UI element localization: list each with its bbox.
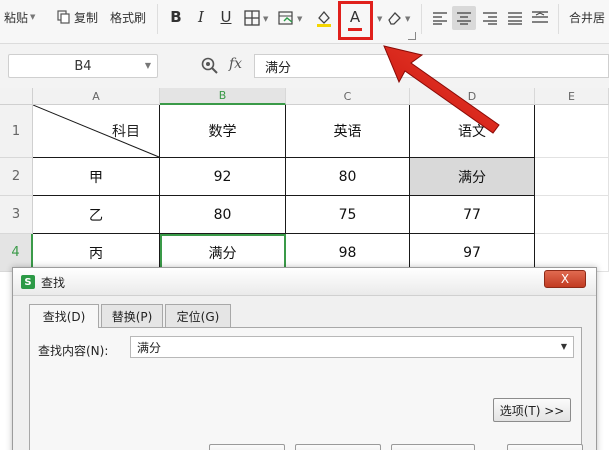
column-header-a[interactable]: A <box>33 88 160 105</box>
font-dialog-launcher[interactable] <box>408 32 416 40</box>
function-button[interactable]: fx <box>229 56 242 72</box>
chevron-down-icon[interactable]: ▼ <box>377 15 382 23</box>
cell-e3[interactable] <box>535 196 609 234</box>
column-header-e[interactable]: E <box>535 88 609 105</box>
align-left-icon[interactable] <box>432 11 448 25</box>
dialog-action-button[interactable] <box>391 444 475 450</box>
copy-label: 复制 <box>74 10 99 25</box>
diagonal-line <box>33 105 160 158</box>
header-right-label: 科目 <box>112 124 140 140</box>
find-content-label: 查找内容(N): <box>38 344 109 358</box>
select-all-corner[interactable] <box>0 88 33 105</box>
underline-button[interactable]: U <box>215 5 237 29</box>
cell-e1[interactable] <box>535 105 609 158</box>
cell-reference: B4 <box>74 58 92 74</box>
borders-icon[interactable] <box>244 10 260 26</box>
zoom-search-icon[interactable] <box>200 56 220 76</box>
fill-color-icon[interactable] <box>315 8 333 28</box>
cell-style-icon[interactable] <box>278 10 294 26</box>
column-header-b[interactable]: B <box>160 88 286 105</box>
ribbon-divider <box>157 4 158 34</box>
cell-b3[interactable]: 80 <box>160 196 286 234</box>
dialog-title-bar[interactable]: S 查找 X <box>13 268 596 296</box>
copy-icon <box>57 10 70 24</box>
formula-value: 满分 <box>265 60 292 76</box>
cell-d3[interactable]: 77 <box>410 196 535 234</box>
eraser-icon[interactable] <box>386 10 402 26</box>
close-icon: X <box>560 272 570 286</box>
chevron-down-icon[interactable]: ▼ <box>405 15 410 23</box>
row-header-2[interactable]: 2 <box>0 158 33 196</box>
justify-icon[interactable] <box>507 11 523 25</box>
ribbon-divider <box>421 4 422 34</box>
dialog-action-button[interactable] <box>507 444 583 450</box>
format-painter-button[interactable]: 格式刷 <box>110 6 146 28</box>
cell-c2[interactable]: 80 <box>286 158 410 196</box>
options-button[interactable]: 选项(T) >> <box>493 398 571 422</box>
distributed-align-icon[interactable] <box>531 9 549 25</box>
copy-button[interactable]: 复制 <box>57 6 98 28</box>
ribbon-divider <box>558 4 559 34</box>
close-button[interactable]: X <box>544 270 586 288</box>
format-painter-label: 格式刷 <box>110 10 147 25</box>
cell-a1[interactable] <box>33 105 160 158</box>
bold-button[interactable]: B <box>165 5 187 29</box>
cell-b2[interactable]: 92 <box>160 158 286 196</box>
chevron-down-icon[interactable]: ▼ <box>561 342 567 351</box>
merge-center-button[interactable]: 合井居 <box>569 6 605 28</box>
chevron-down-icon[interactable]: ▼ <box>145 61 151 70</box>
merge-center-label: 合井居 <box>569 10 606 25</box>
cell-d2[interactable]: 满分 <box>410 158 535 196</box>
find-content-input[interactable]: 满分 ▼ <box>130 336 574 358</box>
find-dialog: S 查找 X 查找(D) 替换(P) 定位(G) 查找内容(N): 满分 ▼ 选… <box>12 267 597 450</box>
cell-a2[interactable]: 甲 <box>33 158 160 196</box>
cell-d1[interactable]: 语文 <box>410 105 535 158</box>
dialog-title: 查找 <box>41 276 66 290</box>
cell-e2[interactable] <box>535 158 609 196</box>
align-right-icon[interactable] <box>482 11 498 25</box>
cell-c1[interactable]: 英语 <box>286 105 410 158</box>
align-center-icon[interactable] <box>456 11 472 25</box>
row-header-3[interactable]: 3 <box>0 196 33 234</box>
chevron-down-icon: ▼ <box>30 13 36 21</box>
dialog-action-button[interactable] <box>295 444 381 450</box>
name-box[interactable]: B4 ▼ <box>8 54 158 78</box>
font-color-highlight <box>338 1 373 40</box>
ribbon-toolbar: 粘贴 ▼ 复制 格式刷 B I U ▼ ▼ A ▼ ▼ 合井居 <box>0 0 609 44</box>
chevron-down-icon[interactable]: ▼ <box>263 15 268 23</box>
formula-input[interactable]: 满分 <box>254 54 609 78</box>
italic-button[interactable]: I <box>190 5 212 29</box>
paste-button[interactable]: 粘贴 ▼ <box>4 6 35 28</box>
cell-c3[interactable]: 75 <box>286 196 410 234</box>
tab-find[interactable]: 查找(D) <box>29 304 99 328</box>
dialog-action-button[interactable] <box>209 444 285 450</box>
find-content-value: 满分 <box>137 340 162 355</box>
tab-replace[interactable]: 替换(P) <box>101 304 163 327</box>
tab-goto[interactable]: 定位(G) <box>165 304 231 327</box>
column-header-c[interactable]: C <box>286 88 410 105</box>
app-logo-icon: S <box>21 275 35 289</box>
find-panel: 查找内容(N): 满分 ▼ <box>29 327 582 450</box>
paste-label: 粘贴 <box>4 10 29 25</box>
column-header-d[interactable]: D <box>410 88 535 105</box>
cell-a3[interactable]: 乙 <box>33 196 160 234</box>
cell-b1[interactable]: 数学 <box>160 105 286 158</box>
formula-bar: B4 ▼ fx 满分 <box>0 44 609 88</box>
chevron-down-icon[interactable]: ▼ <box>297 15 302 23</box>
row-header-1[interactable]: 1 <box>0 105 33 158</box>
